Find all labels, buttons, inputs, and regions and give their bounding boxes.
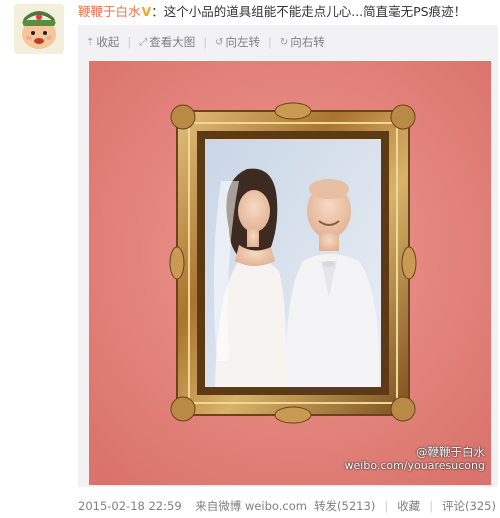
post-photo[interactable]: @鞭鞭于白水 weibo.com/youaresucong [89,61,491,485]
cartoon-avatar-icon [14,4,64,54]
watermark-handle: @鞭鞭于白水 [416,445,485,459]
favorite-button[interactable]: 收藏 [397,498,420,514]
media-expanded-panel: ⇡ 收起 | ⤢ 查看大图 | ↺ 向左转 | ↻ 向右转 @鞭鞭于白水 wei… [78,25,498,487]
media-toolbar: ⇡ 收起 | ⤢ 查看大图 | ↺ 向左转 | ↻ 向右转 [86,32,325,52]
post-footer: 2015-02-18 22:59 来自微博 weibo.com 转发(5213)… [78,498,496,514]
repost-button[interactable]: 转发(5213) [314,498,375,514]
toolbar-divider: | [268,35,272,49]
rotate-right-label: 向右转 [290,35,325,49]
post-body: 这个小品的道具组能不能走点儿心...简直毫无PS痕迹！ [163,4,467,19]
enlarge-icon: ⤢ [139,36,148,48]
rotate-left-icon: ↺ [215,36,224,48]
collapse-button[interactable]: ⇡ 收起 [86,34,119,50]
user-avatar[interactable] [14,4,64,54]
rotate-left-button[interactable]: ↺ 向左转 [215,34,260,50]
post-meta: 2015-02-18 22:59 来自微博 weibo.com [78,498,307,514]
author-separator: ： [151,4,164,19]
framed-wedding-photo-image [89,61,491,485]
view-large-button[interactable]: ⤢ 查看大图 [139,34,195,50]
action-divider: | [384,499,389,513]
collapse-label: 收起 [96,35,120,49]
post-text: 鞭鞭于白水V：这个小品的道具组能不能走点儿心...简直毫无PS痕迹！ [78,3,498,21]
verified-v-icon: V [141,4,152,19]
view-large-label: 查看大图 [149,35,196,49]
arrow-up-icon: ⇡ [86,36,95,48]
rotate-left-label: 向左转 [225,35,261,49]
toolbar-divider: | [203,35,208,49]
author-name-link[interactable]: 鞭鞭于白水 [78,4,141,19]
toolbar-divider: | [127,35,132,49]
rotate-right-icon: ↻ [279,36,289,48]
comment-button[interactable]: 评论(325) [442,498,496,514]
action-divider: | [429,499,434,513]
post-timestamp-link[interactable]: 2015-02-18 22:59 [78,499,182,513]
source-prefix: 来自 [195,499,219,513]
watermark-url: weibo.com/youaresucong [344,459,485,472]
post-actions: 转发(5213) | 收藏 | 评论(325) [314,498,496,514]
image-watermark: @鞭鞭于白水 weibo.com/youaresucong [345,445,485,473]
source-link[interactable]: 微博 weibo.com [218,499,307,513]
rotate-right-button[interactable]: ↻ 向右转 [280,34,325,50]
